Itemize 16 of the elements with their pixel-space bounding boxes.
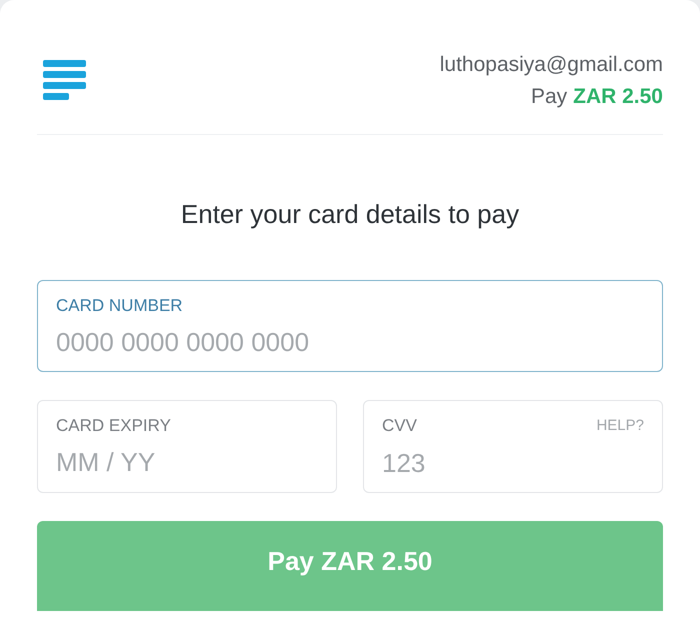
email-text: luthopasiya@gmail.com: [440, 52, 663, 78]
pay-label: Pay: [530, 84, 568, 110]
input-field[interactable]: CVV HELP? 123: [363, 400, 663, 492]
field-label: CARD NUMBER: [56, 295, 183, 317]
field-label: CVV: [382, 415, 417, 438]
input-field[interactable]: CARD NUMBER 0000 0000 0000 0000: [37, 280, 663, 372]
help-link[interactable]: HELP?: [596, 415, 644, 438]
amount-text: ZAR 2.50: [573, 84, 663, 110]
field-label: CARD EXPIRY: [56, 415, 171, 437]
input-field[interactable]: CARD EXPIRY MM / YY: [37, 400, 337, 492]
pay-button[interactable]: Pay ZAR 2.50: [37, 520, 663, 610]
text-input[interactable]: 0000 0000 0000 0000: [56, 325, 644, 359]
logo-icon: [43, 60, 86, 101]
page-heading: Enter your card details to pay: [180, 198, 520, 231]
text-input[interactable]: 123: [382, 446, 644, 480]
text-input[interactable]: MM / YY: [56, 445, 318, 479]
